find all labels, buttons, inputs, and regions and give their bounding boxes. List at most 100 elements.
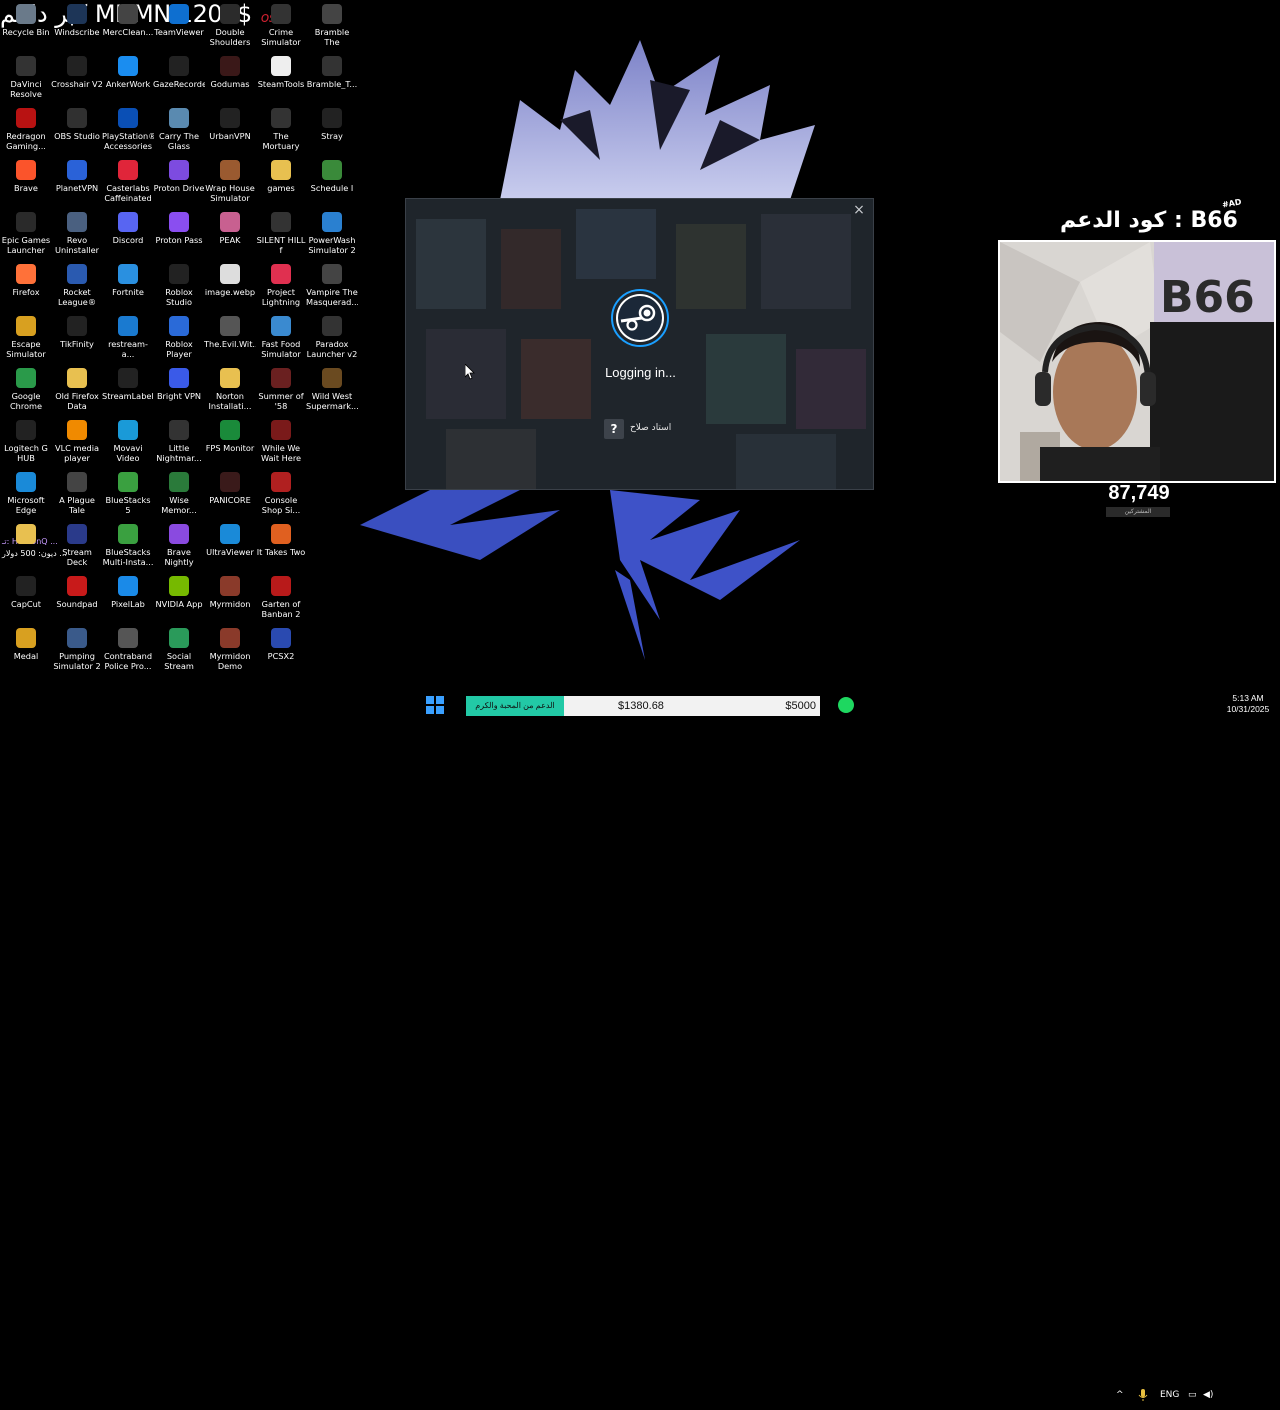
- desktop-icon[interactable]: Medal: [0, 626, 52, 678]
- desktop-icon-label: Brave: [14, 183, 38, 193]
- desktop-icon[interactable]: Proton Drive: [153, 158, 205, 210]
- desktop-icon[interactable]: Fast Food Simulator: [255, 314, 307, 366]
- desktop-icon[interactable]: PlanetVPN: [51, 158, 103, 210]
- desktop-icon[interactable]: Epic Games Launcher: [0, 210, 52, 262]
- desktop-icon[interactable]: PCSX2: [255, 626, 307, 678]
- desktop-icon[interactable]: Proton Pass: [153, 210, 205, 262]
- desktop-icon[interactable]: PixelLab: [102, 574, 154, 626]
- desktop-icon[interactable]: games: [255, 158, 307, 210]
- desktop-icon[interactable]: Wise Memor...: [153, 470, 205, 522]
- desktop-icon[interactable]: Contraband Police Pro...: [102, 626, 154, 678]
- desktop-icon[interactable]: [0, 522, 52, 574]
- system-clock[interactable]: 5:13 AM 10/31/2025: [1222, 693, 1274, 715]
- desktop-icon-label: SILENT HILL f: [256, 235, 306, 255]
- desktop-icon[interactable]: Wrap House Simulator: [204, 158, 256, 210]
- desktop-icon[interactable]: Brave: [0, 158, 52, 210]
- windows-start-icon[interactable]: [426, 696, 444, 714]
- desktop-icon[interactable]: Fortnite: [102, 262, 154, 314]
- desktop-icon[interactable]: Roblox Studio: [153, 262, 205, 314]
- desktop-icon[interactable]: PlayStation® Accessories: [102, 106, 154, 158]
- desktop-icon[interactable]: Microsoft Edge: [0, 470, 52, 522]
- desktop-icon[interactable]: restream-a...: [102, 314, 154, 366]
- desktop-icon[interactable]: Paradox Launcher v2: [306, 314, 358, 366]
- display-icon[interactable]: ▭: [1188, 1380, 1197, 1410]
- desktop-icon[interactable]: TeamViewer: [153, 2, 205, 54]
- desktop-icon[interactable]: Google Chrome: [0, 366, 52, 418]
- desktop-icon[interactable]: Wild West Supermark...: [306, 366, 358, 418]
- volume-icon[interactable]: ◀): [1203, 1380, 1213, 1410]
- desktop-icon[interactable]: Carry The Glass: [153, 106, 205, 158]
- desktop-icon[interactable]: VLC media player: [51, 418, 103, 470]
- desktop-icon[interactable]: TikFinity: [51, 314, 103, 366]
- desktop-icon[interactable]: While We Wait Here: [255, 418, 307, 470]
- desktop-icon[interactable]: SILENT HILL f: [255, 210, 307, 262]
- desktop-icon[interactable]: Revo Uninstaller: [51, 210, 103, 262]
- spotify-icon[interactable]: [838, 697, 854, 713]
- desktop-icon[interactable]: Logitech G HUB: [0, 418, 52, 470]
- desktop-icon[interactable]: Project Lightning: [255, 262, 307, 314]
- desktop-icon[interactable]: UltraViewer: [204, 522, 256, 574]
- desktop-icon[interactable]: Casterlabs Caffeinated: [102, 158, 154, 210]
- desktop-icon[interactable]: The.Evil.Wit...: [204, 314, 256, 366]
- desktop-icon[interactable]: image.webp: [204, 262, 256, 314]
- desktop-icon[interactable]: Myrmidon Demo: [204, 626, 256, 678]
- desktop-icon[interactable]: It Takes Two: [255, 522, 307, 574]
- desktop-icon[interactable]: CapCut: [0, 574, 52, 626]
- desktop-icon[interactable]: StreamLabels: [102, 366, 154, 418]
- desktop-icon[interactable]: PowerWash Simulator 2: [306, 210, 358, 262]
- desktop-icon[interactable]: Movavi Video Converter: [102, 418, 154, 470]
- desktop-icon[interactable]: NVIDIA App: [153, 574, 205, 626]
- desktop-icon[interactable]: BlueStacks Multi-Insta...: [102, 522, 154, 574]
- desktop-icon[interactable]: Stream Deck: [51, 522, 103, 574]
- language-indicator[interactable]: ENG: [1160, 1380, 1179, 1410]
- desktop-icon[interactable]: Pumping Simulator 2: [51, 626, 103, 678]
- desktop-icon[interactable]: PANICORE: [204, 470, 256, 522]
- desktop-icon[interactable]: Garten of Banban 2: [255, 574, 307, 626]
- desktop-icon[interactable]: Vampire The Masquerad...: [306, 262, 358, 314]
- desktop-icon[interactable]: Myrmidon: [204, 574, 256, 626]
- help-button[interactable]: ?: [604, 419, 624, 439]
- desktop-icon[interactable]: MercClean...: [102, 2, 154, 54]
- close-button[interactable]: ×: [851, 202, 867, 218]
- desktop-icon[interactable]: Old Firefox Data: [51, 366, 103, 418]
- desktop-icon[interactable]: Redragon Gaming...: [0, 106, 52, 158]
- desktop-icon[interactable]: Discord: [102, 210, 154, 262]
- desktop-icon[interactable]: DaVinci Resolve: [0, 54, 52, 106]
- desktop-icon[interactable]: Godumas: [204, 54, 256, 106]
- desktop-icon[interactable]: FPS Monitor: [204, 418, 256, 470]
- desktop-icon[interactable]: Crosshair V2: [51, 54, 103, 106]
- desktop-icon[interactable]: Double Shoulders: [204, 2, 256, 54]
- desktop-icon[interactable]: Norton Installati...: [204, 366, 256, 418]
- desktop-icon[interactable]: Bramble_T...: [306, 54, 358, 106]
- desktop-icon[interactable]: OBS Studio: [51, 106, 103, 158]
- desktop-icon[interactable]: Escape Simulator: [0, 314, 52, 366]
- desktop-icon[interactable]: Bright VPN: [153, 366, 205, 418]
- desktop-icon[interactable]: Rocket League®: [51, 262, 103, 314]
- desktop-icon[interactable]: Summer of '58: [255, 366, 307, 418]
- desktop-icon[interactable]: Roblox Player: [153, 314, 205, 366]
- desktop-icon[interactable]: Crime Simulator: [255, 2, 307, 54]
- desktop-icon-label: Google Chrome: [9, 391, 43, 411]
- desktop-icon[interactable]: Schedule I: [306, 158, 358, 210]
- desktop-icon[interactable]: Soundpad: [51, 574, 103, 626]
- desktop-icon[interactable]: BlueStacks 5: [102, 470, 154, 522]
- desktop-icon[interactable]: SteamTools: [255, 54, 307, 106]
- chevron-up-icon[interactable]: ^: [1116, 1380, 1124, 1410]
- desktop-icon[interactable]: Console Shop Si...: [255, 470, 307, 522]
- desktop-icon[interactable]: A Plague Tale Arabic.exe: [51, 470, 103, 522]
- desktop-icon[interactable]: The Mortuary Assistant: [255, 106, 307, 158]
- desktop-icon[interactable]: Stray: [306, 106, 358, 158]
- desktop-icon[interactable]: PEAK: [204, 210, 256, 262]
- desktop-icon[interactable]: Brave Nightly: [153, 522, 205, 574]
- desktop-icon[interactable]: UrbanVPN: [204, 106, 256, 158]
- desktop-icon[interactable]: Firefox: [0, 262, 52, 314]
- help-link-text[interactable]: استاد صلاح: [630, 423, 671, 433]
- desktop-icon[interactable]: Social Stream Ninja: [153, 626, 205, 678]
- desktop-icon[interactable]: Bramble The Mountain ...: [306, 2, 358, 54]
- desktop-icon[interactable]: Little Nightmar...: [153, 418, 205, 470]
- desktop-icon[interactable]: Recycle Bin: [0, 2, 52, 54]
- desktop-icon[interactable]: AnkerWork: [102, 54, 154, 106]
- desktop-icon[interactable]: Windscribe: [51, 2, 103, 54]
- desktop-icon[interactable]: GazeRecorder: [153, 54, 205, 106]
- microphone-icon[interactable]: [1138, 1380, 1148, 1410]
